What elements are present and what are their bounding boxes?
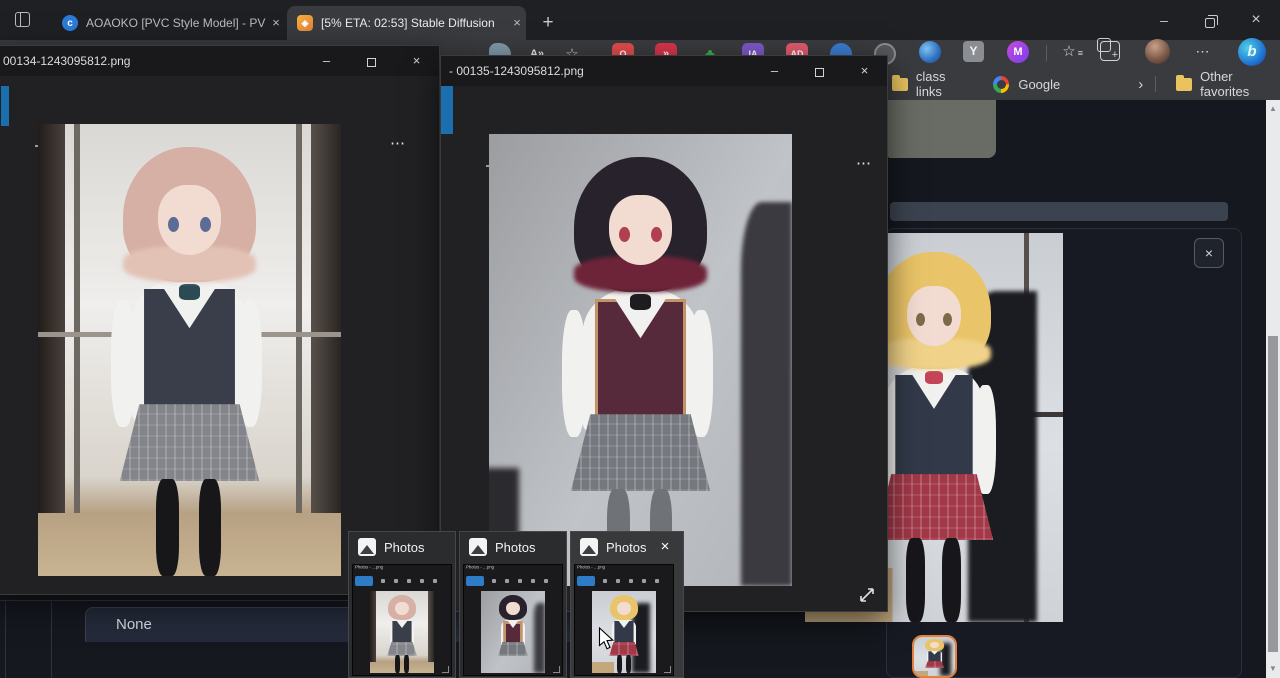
photos-app-icon: [469, 538, 487, 556]
globe-icon[interactable]: [919, 41, 941, 63]
favorites-overflow-chevron[interactable]: ›: [1138, 76, 1143, 93]
favorites-divider: [1155, 76, 1156, 92]
mini-window-thumbnail[interactable]: Photos - …png: [352, 564, 452, 676]
lightbox-close-button[interactable]: ×: [1194, 238, 1224, 268]
panel-border: [5, 600, 6, 678]
tab-switcher-button[interactable]: [12, 9, 34, 31]
favorite-class-links[interactable]: class links: [916, 69, 972, 99]
maximize-icon: [367, 58, 376, 67]
close-button[interactable]: ×: [394, 46, 439, 76]
minimize-button[interactable]: –: [304, 46, 349, 76]
mini-resize-handle: [442, 666, 449, 673]
m-extension-icon[interactable]: M: [1007, 41, 1029, 63]
preview-close-button[interactable]: ×: [655, 537, 675, 557]
photos-app-icon: [358, 538, 376, 556]
mini-accent-button: [577, 576, 595, 586]
mini-window-thumbnail[interactable]: Photos - …png: [463, 564, 563, 676]
preview-app-label: Photos: [606, 540, 646, 555]
photos-window-1[interactable]: 00134-1243095812.png – × ⋯: [0, 45, 440, 595]
tab-title: [5% ETA: 02:53] Stable Diffusion: [321, 16, 508, 30]
scrollbar-down-icon[interactable]: ▼: [1266, 662, 1280, 676]
restore-icon: [1205, 18, 1215, 28]
google-favicon: [993, 76, 1009, 93]
maximize-icon: [815, 68, 824, 77]
photo-00135: [489, 134, 792, 586]
tab-close-icon[interactable]: ×: [267, 14, 285, 32]
see-all-accent[interactable]: [1, 86, 9, 126]
expand-icon[interactable]: [855, 583, 879, 607]
civitai-favicon: c: [62, 15, 78, 31]
mini-accent-button: [355, 576, 373, 586]
tab-switcher-icon: [15, 12, 30, 27]
taskbar-preview-photos-3[interactable]: Photos × Photos - …png: [570, 531, 684, 678]
mini-resize-handle: [553, 666, 560, 673]
tab-civitai[interactable]: c AOAOKO [PVC Style Model] - PV ×: [52, 6, 285, 40]
photos-app-icon: [580, 538, 598, 556]
mini-accent-button: [466, 576, 484, 586]
photos-window-2[interactable]: - 00135-1243095812.png – × ⋯: [440, 55, 888, 612]
scrollbar-up-icon[interactable]: ▲: [1266, 102, 1280, 116]
gradio-favicon: ◈: [297, 15, 313, 31]
favorites-bar: class links Google › Other favorites: [880, 70, 1280, 98]
scrollbar-thumb[interactable]: [1268, 336, 1278, 652]
tab-close-icon[interactable]: ×: [508, 14, 526, 32]
maximize-button[interactable]: [797, 56, 842, 86]
favorite-google[interactable]: Google: [1018, 77, 1060, 92]
photo-00134: [38, 124, 341, 576]
preview-app-label: Photos: [495, 540, 535, 555]
panel-border: [51, 600, 52, 678]
preview-app-label: Photos: [384, 540, 424, 555]
taskbar-preview-photos-2[interactable]: Photos Photos - …png: [459, 531, 567, 678]
taskbar-preview-photos-1[interactable]: Photos Photos - …png: [348, 531, 456, 678]
see-more-button[interactable]: ⋯: [390, 134, 406, 152]
mini-window-title: Photos - …png: [466, 565, 548, 569]
close-button[interactable]: ×: [842, 56, 887, 86]
profile-avatar[interactable]: [1145, 39, 1170, 64]
page-scrollbar[interactable]: ▲ ▼: [1266, 100, 1280, 678]
page-gray-panel: [888, 100, 996, 158]
collections-icon[interactable]: [1100, 41, 1120, 61]
folder-icon: [1176, 78, 1192, 91]
mini-window-thumbnail[interactable]: Photos - …png: [574, 564, 674, 676]
maximize-button[interactable]: [349, 46, 394, 76]
mouse-cursor: [598, 627, 616, 656]
yandex-extension-icon[interactable]: Y: [963, 41, 984, 62]
see-more-button[interactable]: ⋯: [856, 154, 872, 172]
other-favorites[interactable]: Other favorites: [1200, 69, 1280, 99]
browser-close-button[interactable]: ×: [1233, 0, 1279, 40]
mini-window-title: Photos - …png: [577, 565, 659, 569]
folder-icon: [892, 78, 908, 91]
see-all-accent[interactable]: [441, 86, 453, 134]
bing-chat-icon[interactable]: b: [1238, 38, 1266, 66]
tab-title: AOAOKO [PVC Style Model] - PV: [86, 16, 267, 30]
browser-minimize-button[interactable]: –: [1141, 0, 1187, 40]
new-tab-button[interactable]: +: [534, 10, 562, 38]
minimize-button[interactable]: –: [752, 56, 797, 86]
gallery-selected-thumbnail[interactable]: [912, 635, 957, 678]
tab-stable-diffusion[interactable]: ◈ [5% ETA: 02:53] Stable Diffusion ×: [287, 6, 526, 40]
mini-window-title: Photos - …png: [355, 565, 437, 569]
settings-menu-icon[interactable]: ⋯: [1191, 41, 1215, 63]
generation-progress-bar: [890, 202, 1228, 221]
toolbar-divider: [1046, 45, 1047, 61]
favorites-icon[interactable]: ☆: [1058, 41, 1080, 63]
mini-resize-handle: [664, 666, 671, 673]
browser-restore-button[interactable]: [1187, 0, 1233, 40]
